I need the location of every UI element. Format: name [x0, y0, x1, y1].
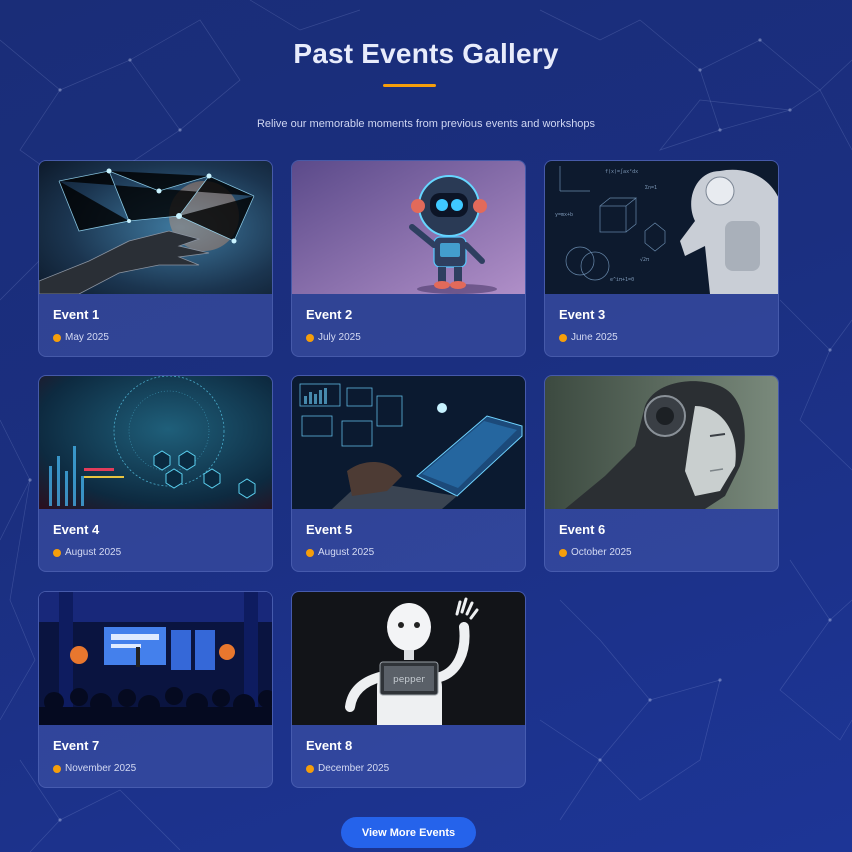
event-card[interactable]: pepper Event 8 December 2025: [291, 591, 526, 788]
page-subtitle: Relive our memorable moments from previo…: [256, 118, 596, 130]
event-date: November 2025: [53, 763, 136, 774]
event-date: October 2025: [559, 547, 632, 558]
event-title: Event 3: [559, 307, 606, 322]
event-card[interactable]: Event 5 August 2025: [291, 375, 526, 572]
event-card[interactable]: Event 2 July 2025: [291, 160, 526, 357]
event-title: Event 1: [53, 307, 100, 322]
event-card[interactable]: Event 7 November 2025: [38, 591, 273, 788]
page-title: Past Events Gallery: [293, 38, 559, 69]
event-title: Event 5: [306, 522, 353, 537]
svg-text:y=mx+b: y=mx+b: [555, 212, 573, 218]
date-dot-icon: [306, 333, 314, 342]
event-title: Event 4: [53, 522, 100, 537]
event-date: August 2025: [306, 547, 374, 558]
event-image-android-formulas: f(x)=∫ax²dx Σn=1 y=mx+b √2π e^iπ+1=0: [545, 161, 778, 294]
title-underline: [383, 84, 436, 87]
event-image-cute-robot: [292, 161, 525, 294]
event-card[interactable]: Event 4 August 2025: [38, 375, 273, 572]
date-dot-icon: [53, 764, 61, 773]
date-dot-icon: [559, 548, 567, 557]
date-dot-icon: [306, 764, 314, 773]
event-title: Event 7: [53, 738, 100, 753]
event-title: Event 6: [559, 522, 606, 537]
svg-text:f(x)=∫ax²dx: f(x)=∫ax²dx: [605, 168, 638, 175]
event-title: Event 2: [306, 307, 353, 322]
event-date: July 2025: [306, 332, 361, 343]
event-image-laptop-holograms: [292, 376, 525, 509]
event-image-cyborg-face: [545, 376, 778, 509]
event-date: June 2025: [559, 332, 618, 343]
event-date: December 2025: [306, 763, 389, 774]
date-dot-icon: [53, 548, 61, 557]
date-dot-icon: [559, 333, 567, 342]
event-date: August 2025: [53, 547, 121, 558]
date-dot-icon: [306, 548, 314, 557]
event-image-pepper-robot: pepper: [292, 592, 525, 725]
event-card[interactable]: Event 6 October 2025: [544, 375, 779, 572]
view-more-events-button[interactable]: View More Events: [341, 817, 476, 848]
svg-text:√2π: √2π: [640, 257, 649, 263]
event-card[interactable]: f(x)=∫ax²dx Σn=1 y=mx+b √2π e^iπ+1=0 Event …: [544, 160, 779, 357]
event-title: Event 8: [306, 738, 353, 753]
event-image-robot-hand: [39, 161, 272, 294]
event-image-digital-globe: [39, 376, 272, 509]
svg-text:e^iπ+1=0: e^iπ+1=0: [610, 277, 634, 283]
svg-text:Σn=1: Σn=1: [645, 185, 657, 191]
date-dot-icon: [53, 333, 61, 342]
event-date: May 2025: [53, 332, 109, 343]
event-image-conference-stage: [39, 592, 272, 725]
event-card[interactable]: Event 1 May 2025: [38, 160, 273, 357]
svg-text:pepper: pepper: [393, 675, 425, 685]
